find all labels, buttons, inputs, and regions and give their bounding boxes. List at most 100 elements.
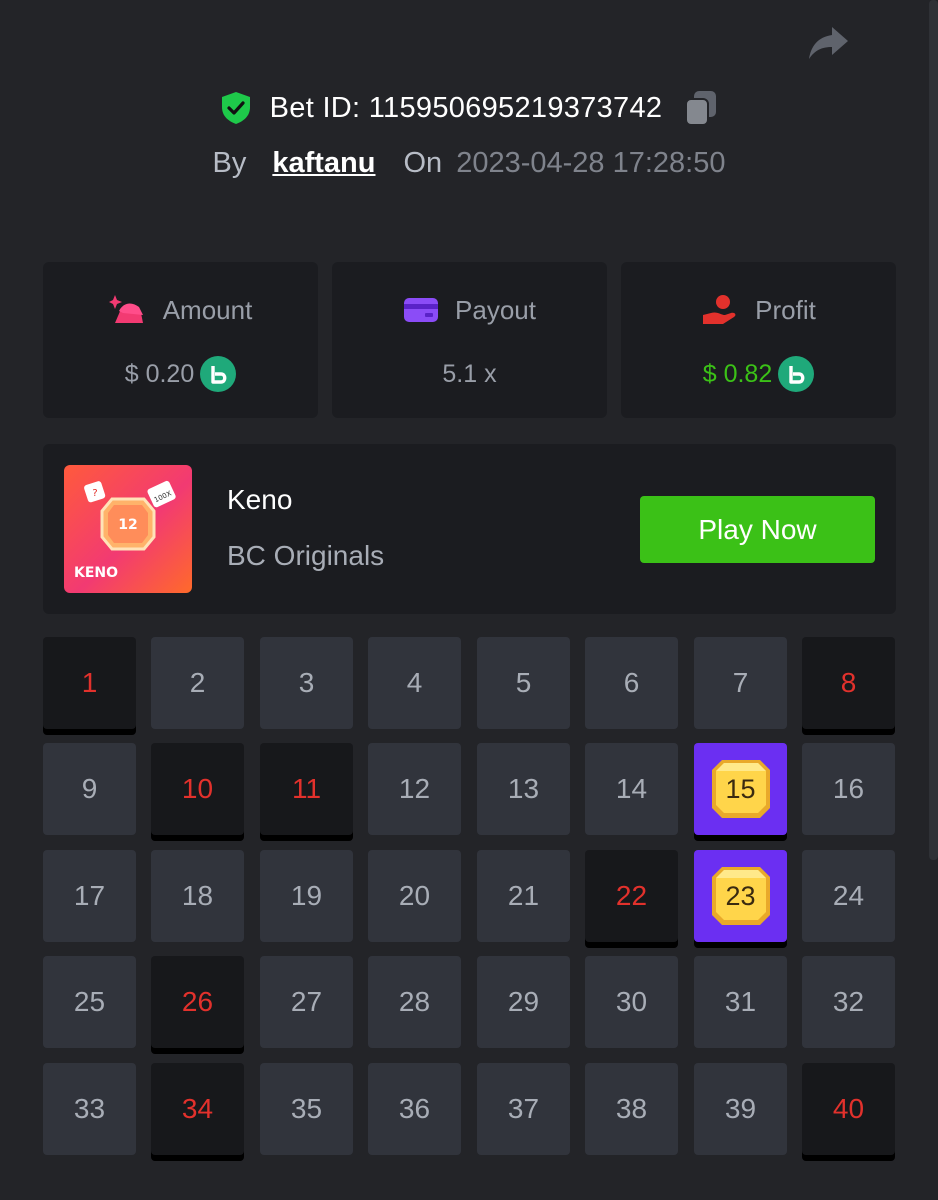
keno-cell-24[interactable]: 24: [802, 850, 895, 942]
keno-cell-37[interactable]: 37: [477, 1063, 570, 1155]
keno-cell-25[interactable]: 25: [43, 956, 136, 1048]
keno-cell-4[interactable]: 4: [368, 637, 461, 729]
keno-cell-39[interactable]: 39: [694, 1063, 787, 1155]
keno-number: 19: [290, 880, 323, 911]
bcd-coin-icon: [200, 356, 237, 392]
keno-cell-20[interactable]: 20: [368, 850, 461, 942]
keno-cell-18[interactable]: 18: [151, 850, 244, 942]
keno-number: 10: [181, 773, 214, 804]
profit-value: $ 0.82: [702, 359, 773, 388]
game-card: ? 100X 12 KENO Keno BC Originals Play No…: [43, 444, 896, 614]
keno-number: 22: [615, 880, 648, 911]
keno-cell-36[interactable]: 36: [368, 1063, 461, 1155]
keno-cell-17[interactable]: 17: [43, 850, 136, 942]
keno-cell-32[interactable]: 32: [802, 956, 895, 1048]
keno-cell-13[interactable]: 13: [477, 743, 570, 835]
scrollbar[interactable]: [929, 0, 938, 860]
author-row: By kaftanu On 2023-04-28 17:28:50: [0, 140, 938, 186]
payout-card: Payout 5.1 x: [332, 262, 607, 418]
keno-number: 30: [615, 986, 648, 1017]
keno-number: 35: [290, 1093, 323, 1124]
verified-shield-icon: [221, 92, 250, 124]
keno-cell-11[interactable]: 11: [260, 743, 353, 835]
keno-number: 7: [732, 667, 749, 698]
keno-number: 34: [181, 1093, 214, 1124]
keno-cell-31[interactable]: 31: [694, 956, 787, 1048]
keno-cell-7[interactable]: 7: [694, 637, 787, 729]
game-provider: BC Originals: [227, 540, 385, 571]
bcd-coin-icon: [778, 356, 815, 392]
keno-number: 1: [81, 667, 98, 698]
keno-number: 25: [73, 986, 106, 1017]
keno-number: 33: [73, 1093, 106, 1124]
keno-cell-5[interactable]: 5: [477, 637, 570, 729]
keno-cell-38[interactable]: 38: [585, 1063, 678, 1155]
amount-card: Amount $ 0.20: [43, 262, 318, 418]
keno-cell-1[interactable]: 1: [43, 637, 136, 729]
keno-number: 14: [615, 773, 648, 804]
keno-number: 18: [181, 880, 214, 911]
keno-cell-26[interactable]: 26: [151, 956, 244, 1048]
payout-wallet-icon: [404, 298, 439, 322]
bet-id-text: Bet ID: 115950695219373742: [269, 91, 663, 124]
keno-cell-23[interactable]: 23: [694, 850, 787, 942]
keno-number: 36: [398, 1093, 431, 1124]
keno-number: 39: [724, 1093, 757, 1124]
keno-cell-34[interactable]: 34: [151, 1063, 244, 1155]
keno-number: 38: [615, 1093, 648, 1124]
keno-cell-3[interactable]: 3: [260, 637, 353, 729]
keno-cell-16[interactable]: 16: [802, 743, 895, 835]
keno-number: 40: [832, 1093, 865, 1124]
keno-cell-12[interactable]: 12: [368, 743, 461, 835]
gem-icon: 15: [708, 756, 774, 822]
username-link[interactable]: kaftanu: [272, 147, 375, 180]
keno-number: 21: [507, 880, 540, 911]
keno-cell-19[interactable]: 19: [260, 850, 353, 942]
keno-thumbnail[interactable]: ? 100X 12 KENO: [64, 465, 192, 593]
keno-cell-9[interactable]: 9: [43, 743, 136, 835]
keno-cell-10[interactable]: 10: [151, 743, 244, 835]
svg-text:12: 12: [118, 517, 137, 533]
keno-number: 23: [725, 880, 756, 911]
gem-icon: 23: [708, 863, 774, 929]
keno-number: 8: [840, 667, 857, 698]
amount-icon: [108, 295, 143, 323]
keno-cell-8[interactable]: 8: [802, 637, 895, 729]
keno-cell-29[interactable]: 29: [477, 956, 570, 1048]
share-icon: [809, 27, 848, 59]
amount-value: $ 0.20: [124, 359, 195, 388]
keno-number: 37: [507, 1093, 540, 1124]
keno-cell-40[interactable]: 40: [802, 1063, 895, 1155]
play-now-button[interactable]: Play Now: [640, 496, 875, 563]
keno-cell-6[interactable]: 6: [585, 637, 678, 729]
game-title[interactable]: Keno: [227, 484, 292, 516]
keno-number: 6: [623, 667, 640, 698]
keno-number: 16: [832, 773, 865, 804]
keno-number: 28: [398, 986, 431, 1017]
keno-cell-21[interactable]: 21: [477, 850, 570, 942]
keno-number: 31: [724, 986, 757, 1017]
keno-number: 24: [832, 880, 865, 911]
keno-number: 13: [507, 773, 540, 804]
keno-cell-35[interactable]: 35: [260, 1063, 353, 1155]
keno-cell-15[interactable]: 15: [694, 743, 787, 835]
keno-cell-27[interactable]: 27: [260, 956, 353, 1048]
bet-detail-page: Bet ID: 115950695219373742 By kaftanu On…: [0, 0, 938, 1200]
keno-number: 3: [298, 667, 315, 698]
keno-number: 17: [73, 880, 106, 911]
keno-cell-28[interactable]: 28: [368, 956, 461, 1048]
keno-cell-30[interactable]: 30: [585, 956, 678, 1048]
copy-button[interactable]: [684, 90, 718, 126]
keno-number: 11: [291, 773, 322, 804]
keno-cell-14[interactable]: 14: [585, 743, 678, 835]
share-button[interactable]: [800, 20, 856, 68]
copy-icon: [685, 91, 717, 126]
keno-cell-22[interactable]: 22: [585, 850, 678, 942]
by-label: By: [212, 146, 247, 179]
keno-number: 2: [189, 667, 206, 698]
keno-cell-33[interactable]: 33: [43, 1063, 136, 1155]
keno-cell-2[interactable]: 2: [151, 637, 244, 729]
keno-number: 32: [832, 986, 865, 1017]
profit-label: Profit: [755, 294, 816, 325]
bet-id-row: Bet ID: 115950695219373742: [0, 84, 938, 132]
